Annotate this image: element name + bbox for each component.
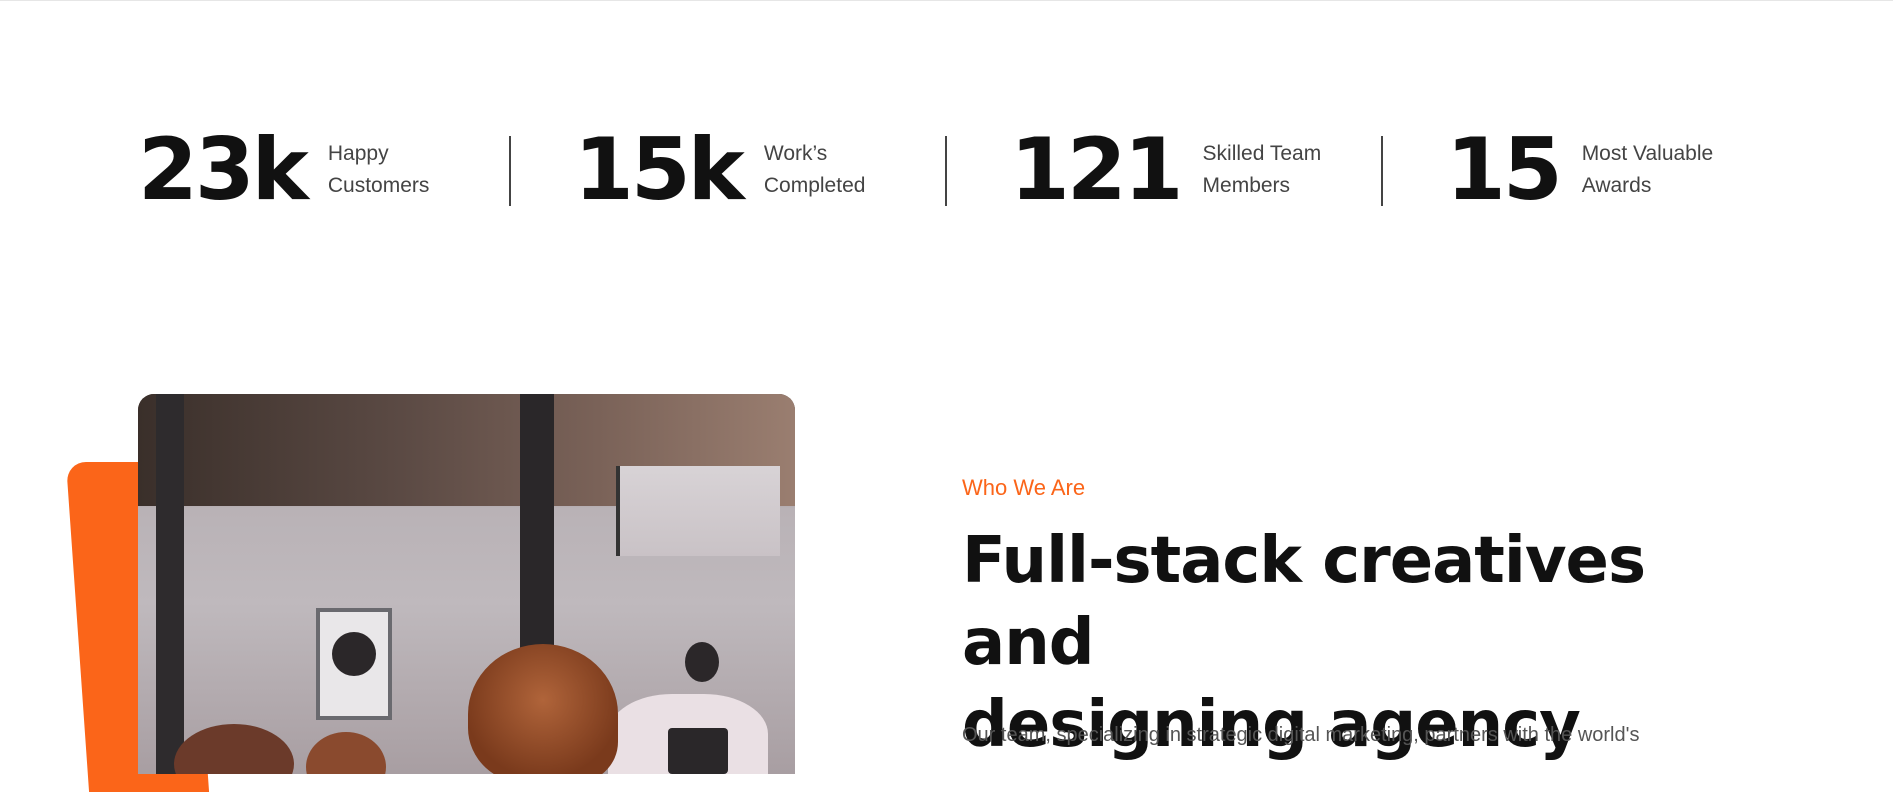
stats-section: 23k Happy Customers 15k Work’s Completed…	[138, 120, 1748, 220]
stat-label-line: Members	[1202, 174, 1291, 197]
stat-label: Work’s Completed	[764, 138, 954, 202]
photo-sign	[668, 728, 728, 774]
stat-label: Happy Customers	[328, 138, 518, 202]
photo-person	[306, 732, 386, 774]
section-eyebrow: Who We Are	[962, 475, 1086, 500]
heading-line: Full-stack creatives and	[962, 524, 1646, 680]
stat-label-line: Customers	[327, 174, 430, 197]
photo-person	[468, 644, 618, 774]
stat-happy-customers: 23k Happy Customers	[138, 120, 518, 220]
stat-team-members: 121 Skilled Team Members	[1010, 120, 1393, 220]
stat-works-completed: 15k Work’s Completed	[574, 120, 954, 220]
stat-value: 15k	[574, 120, 745, 220]
stat-divider	[1381, 136, 1383, 206]
top-border	[0, 0, 1893, 1]
stat-label-line: Awards	[1581, 174, 1652, 197]
stat-label-line: Work’s	[763, 142, 828, 165]
stat-value: 23k	[138, 120, 309, 220]
stat-divider	[509, 136, 511, 206]
team-photo	[138, 394, 795, 774]
stat-awards: 15 Most Valuable Awards	[1446, 120, 1772, 220]
stat-value: 15	[1446, 120, 1563, 220]
stat-label: Most Valuable Awards	[1582, 138, 1772, 202]
photo-window	[616, 466, 780, 556]
photo-wall-art	[316, 608, 392, 720]
photo-art-dot	[332, 632, 376, 676]
photo-post	[156, 394, 184, 774]
photo-person	[174, 724, 294, 774]
stat-label-line: Skilled Team	[1202, 142, 1322, 165]
stat-label: Skilled Team Members	[1203, 138, 1393, 202]
stat-label-line: Happy	[327, 142, 389, 165]
photo-wall-dot	[685, 642, 719, 682]
stat-label-line: Completed	[763, 174, 866, 197]
stat-divider	[945, 136, 947, 206]
stat-value: 121	[1010, 120, 1184, 220]
stat-label-line: Most Valuable	[1581, 142, 1714, 165]
section-body: Our team, specializing in strategic digi…	[962, 724, 1640, 746]
